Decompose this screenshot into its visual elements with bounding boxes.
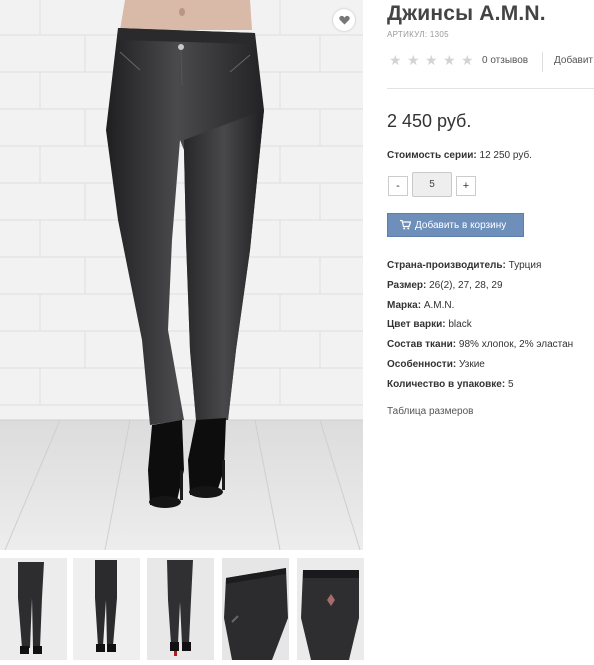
property-label: Особенности: <box>387 358 457 370</box>
property-value: 5 <box>507 378 514 390</box>
property-label: Страна-производитель: <box>387 260 506 271</box>
thumbnail-photo <box>297 558 364 660</box>
thumbnail-strip <box>0 558 368 660</box>
property-row: Марка: A.M.N. <box>387 299 594 319</box>
property-row: Состав ткани: 98% хлопок, 2% эластан <box>387 338 594 358</box>
heart-icon <box>338 15 350 25</box>
property-label: Размер: <box>387 279 427 291</box>
property-value: A.M.N. <box>423 299 455 311</box>
thumbnail-image[interactable] <box>222 558 289 660</box>
star-icon[interactable]: ★ <box>461 53 474 67</box>
favorite-button[interactable] <box>333 9 355 31</box>
quantity-increase-button[interactable]: + <box>456 176 476 196</box>
cart-icon <box>400 220 411 230</box>
property-value: Турция <box>508 260 542 271</box>
property-value: 26(2), 27, 28, 29 <box>429 279 503 291</box>
product-price: 2 450 руб. <box>387 111 472 131</box>
star-icon[interactable]: ★ <box>389 53 402 67</box>
thumbnail-image[interactable] <box>0 558 67 660</box>
property-label: Состав ткани: <box>387 339 457 351</box>
reviews-link[interactable]: 0 отзывов <box>482 55 528 66</box>
property-label: Марка: <box>387 299 422 311</box>
property-row: Страна-производитель: Турция <box>387 259 594 279</box>
add-to-cart-label: Добавить в корзину <box>415 219 507 231</box>
add-to-cart-button[interactable]: Добавить в корзину <box>387 213 524 237</box>
jeans-photo <box>0 0 363 550</box>
thumbnail-photo <box>0 558 67 660</box>
product-title: Джинсы A.M.N. <box>387 2 546 25</box>
quantity-decrease-button[interactable]: - <box>388 176 408 196</box>
series-price-value: 12 250 руб. <box>479 150 532 161</box>
thumbnail-image[interactable] <box>73 558 140 660</box>
property-row: Размер: 26(2), 27, 28, 29 <box>387 279 594 299</box>
divider <box>387 88 594 89</box>
rating-row: ★ ★ ★ ★ ★ 0 отзывов Добавит <box>387 52 594 72</box>
series-price: Стоимость серии: 12 250 руб. <box>387 150 532 161</box>
property-value: Узкие <box>458 358 485 370</box>
star-icon[interactable]: ★ <box>443 53 456 67</box>
quantity-input[interactable]: 5 <box>412 172 452 197</box>
property-value: 98% хлопок, 2% эластан <box>458 339 574 351</box>
property-value: black <box>448 319 472 331</box>
property-label: Количество в упаковке: <box>387 378 506 390</box>
property-label: Цвет варки: <box>387 319 446 331</box>
star-icon[interactable]: ★ <box>407 53 420 67</box>
thumbnail-image[interactable] <box>147 558 214 660</box>
product-properties: Страна-производитель: Турция Размер: 26(… <box>387 259 594 398</box>
property-row: Количество в упаковке: 5 <box>387 378 594 398</box>
property-row: Цвет варки: black <box>387 318 594 338</box>
thumbnail-photo <box>222 558 289 660</box>
divider <box>542 52 543 72</box>
star-icon[interactable]: ★ <box>425 53 438 67</box>
thumbnail-photo <box>147 558 214 660</box>
property-row: Особенности: Узкие <box>387 358 594 378</box>
thumbnail-photo <box>73 558 140 660</box>
add-review-link[interactable]: Добавит <box>554 55 593 66</box>
thumbnail-image[interactable] <box>297 558 364 660</box>
series-price-label: Стоимость серии: <box>387 150 477 161</box>
product-article: АРТИКУЛ: 1305 <box>387 30 449 39</box>
size-chart-link[interactable]: Таблица размеров <box>387 406 473 417</box>
product-main-image[interactable] <box>0 0 363 550</box>
